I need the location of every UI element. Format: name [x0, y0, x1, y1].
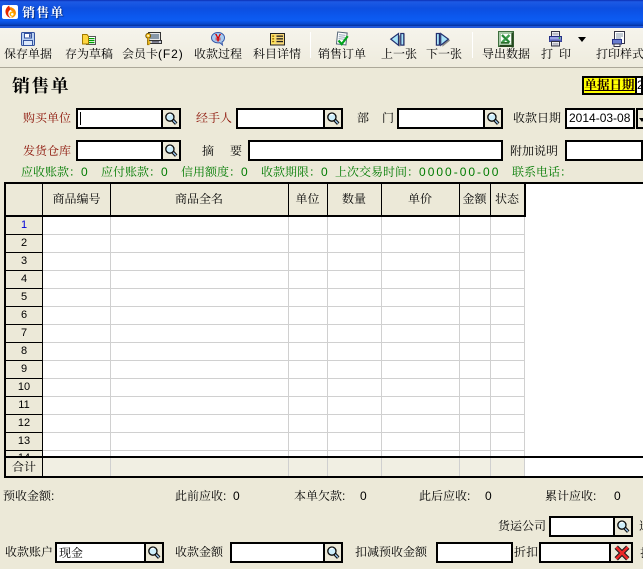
svg-text:¥: ¥: [215, 33, 222, 45]
